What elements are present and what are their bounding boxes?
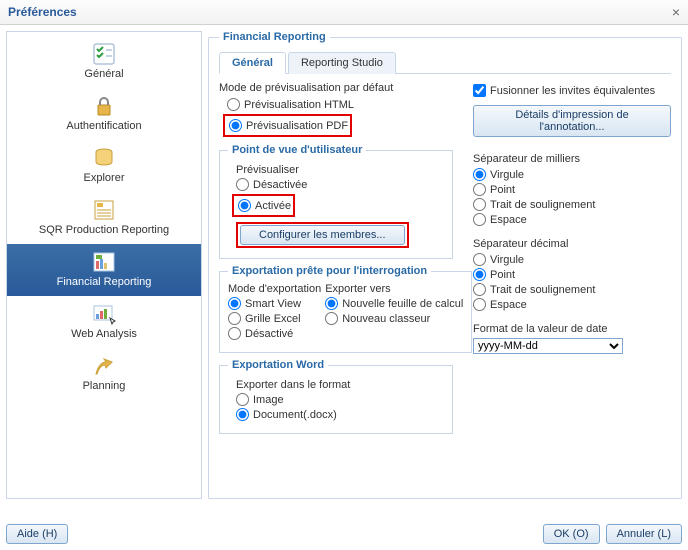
export-word-group: Exportation Word Exporter dans le format… bbox=[219, 359, 453, 434]
ok-button[interactable]: OK (O) bbox=[543, 524, 600, 544]
help-button[interactable]: Aide (H) bbox=[6, 524, 68, 544]
tab-studio[interactable]: Reporting Studio bbox=[288, 52, 396, 74]
pov-preview-label: Prévisualiser bbox=[236, 164, 444, 176]
radio-label: Désactivée bbox=[253, 179, 307, 191]
radio-label: Prévisualisation HTML bbox=[244, 99, 354, 111]
section-title: Financial Reporting bbox=[219, 31, 330, 43]
radio-label: Trait de soulignement bbox=[490, 284, 595, 296]
sidebar-item-label: Planning bbox=[83, 380, 126, 392]
radio-label: Point bbox=[490, 269, 515, 281]
sidebar-item-webanalysis[interactable]: Web Analysis bbox=[7, 296, 201, 348]
radio-label: Virgule bbox=[490, 169, 524, 181]
sidebar-item-label: SQR Production Reporting bbox=[39, 224, 169, 236]
explorer-icon bbox=[90, 146, 118, 170]
export-target-label: Exporter vers bbox=[325, 283, 463, 295]
radio-mode-off[interactable]: Désactivé bbox=[228, 327, 321, 340]
financial-section: Financial Reporting Général Reporting St… bbox=[208, 31, 682, 499]
export-word-title: Exportation Word bbox=[228, 359, 328, 371]
radio-word-image[interactable]: Image bbox=[228, 393, 444, 406]
titlebar: Préférences × bbox=[0, 0, 688, 25]
window-title: Préférences bbox=[8, 5, 77, 19]
radio-dec-space[interactable]: Espace bbox=[473, 298, 671, 311]
export-query-title: Exportation prête pour l'interrogation bbox=[228, 265, 431, 277]
radio-th-comma[interactable]: Virgule bbox=[473, 168, 671, 181]
sidebar-item-label: Explorer bbox=[84, 172, 125, 184]
radio-th-under[interactable]: Trait de soulignement bbox=[473, 198, 671, 211]
radio-mode-smartview[interactable]: Smart View bbox=[228, 297, 321, 310]
configure-members-button[interactable]: Configurer les membres... bbox=[240, 225, 405, 245]
pov-group: Point de vue d'utilisateur Prévisualiser… bbox=[219, 144, 453, 259]
radio-label: Prévisualisation PDF bbox=[246, 120, 348, 132]
report-icon bbox=[90, 198, 118, 222]
radio-label: Désactivé bbox=[245, 328, 293, 340]
radio-dec-dot[interactable]: Point bbox=[473, 268, 671, 281]
radio-label: Image bbox=[253, 394, 284, 406]
chart-cursor-icon bbox=[90, 302, 118, 326]
cancel-button[interactable]: Annuler (L) bbox=[606, 524, 682, 544]
sidebar-item-financial[interactable]: Financial Reporting bbox=[7, 244, 201, 296]
lock-icon bbox=[90, 94, 118, 118]
sidebar-item-auth[interactable]: Authentification bbox=[7, 88, 201, 140]
decimal-group: Séparateur décimal Virgule Point Trait d… bbox=[473, 238, 671, 311]
sidebar: Général Authentification Explorer SQR Pr… bbox=[6, 31, 202, 499]
export-word-label: Exporter dans le format bbox=[236, 379, 444, 391]
pov-title: Point de vue d'utilisateur bbox=[228, 144, 366, 156]
sidebar-item-sqr[interactable]: SQR Production Reporting bbox=[7, 192, 201, 244]
thousands-group: Séparateur de milliers Virgule Point Tra… bbox=[473, 153, 671, 226]
radio-label: Virgule bbox=[490, 254, 524, 266]
planning-icon bbox=[90, 354, 118, 378]
radio-label: Trait de soulignement bbox=[490, 199, 595, 211]
sidebar-item-explorer[interactable]: Explorer bbox=[7, 140, 201, 192]
decimal-title: Séparateur décimal bbox=[473, 238, 671, 250]
sidebar-item-planning[interactable]: Planning bbox=[7, 348, 201, 400]
checkbox-merge-prompts[interactable]: Fusionner les invites équivalentes bbox=[473, 84, 671, 97]
radio-label: Nouvelle feuille de calcul bbox=[342, 298, 463, 310]
dateformat-group: Format de la valeur de date yyyy-MM-dd bbox=[473, 323, 671, 354]
radio-label: Espace bbox=[490, 299, 527, 311]
radio-target-newsheet[interactable]: Nouvelle feuille de calcul bbox=[325, 297, 463, 310]
radio-label: Nouveau classeur bbox=[342, 313, 430, 325]
radio-label: Activée bbox=[255, 200, 291, 212]
radio-preview-html[interactable]: Prévisualisation HTML bbox=[219, 98, 453, 111]
checkbox-label: Fusionner les invites équivalentes bbox=[490, 85, 655, 97]
content-pane: Financial Reporting Général Reporting St… bbox=[208, 31, 682, 499]
sidebar-item-label: Général bbox=[84, 68, 123, 80]
sidebar-item-label: Authentification bbox=[66, 120, 141, 132]
radio-label: Point bbox=[490, 184, 515, 196]
radio-preview-pdf[interactable]: Prévisualisation PDF bbox=[227, 119, 348, 132]
radio-dec-under[interactable]: Trait de soulignement bbox=[473, 283, 671, 296]
radio-target-newbook[interactable]: Nouveau classeur bbox=[325, 312, 463, 325]
dateformat-select[interactable]: yyyy-MM-dd bbox=[473, 338, 623, 354]
annotation-details-button[interactable]: Détails d'impression de l'annotation... bbox=[473, 105, 671, 137]
radio-label: Espace bbox=[490, 214, 527, 226]
export-mode-label: Mode d'exportation bbox=[228, 283, 321, 295]
radio-label: Smart View bbox=[245, 298, 301, 310]
close-icon[interactable]: × bbox=[672, 4, 680, 20]
tab-bar: Général Reporting Studio bbox=[219, 51, 671, 74]
sidebar-item-label: Financial Reporting bbox=[57, 276, 152, 288]
radio-dec-comma[interactable]: Virgule bbox=[473, 253, 671, 266]
radio-label: Document(.docx) bbox=[253, 409, 337, 421]
radio-pov-off[interactable]: Désactivée bbox=[228, 178, 444, 191]
radio-mode-grid[interactable]: Grille Excel bbox=[228, 312, 321, 325]
tab-general[interactable]: Général bbox=[219, 52, 286, 74]
thousands-title: Séparateur de milliers bbox=[473, 153, 671, 165]
radio-pov-on[interactable]: Activée bbox=[236, 199, 291, 212]
dateformat-title: Format de la valeur de date bbox=[473, 323, 671, 335]
checklist-icon bbox=[90, 42, 118, 66]
sidebar-item-label: Web Analysis bbox=[71, 328, 137, 340]
radio-th-dot[interactable]: Point bbox=[473, 183, 671, 196]
button-bar: Aide (H) OK (O) Annuler (L) bbox=[6, 524, 682, 544]
radio-word-docx[interactable]: Document(.docx) bbox=[228, 408, 444, 421]
export-query-group: Exportation prête pour l'interrogation M… bbox=[219, 265, 472, 353]
preview-mode-title: Mode de prévisualisation par défaut bbox=[219, 82, 453, 94]
sidebar-item-general[interactable]: Général bbox=[7, 36, 201, 88]
radio-label: Grille Excel bbox=[245, 313, 301, 325]
radio-th-space[interactable]: Espace bbox=[473, 213, 671, 226]
financial-report-icon bbox=[90, 250, 118, 274]
